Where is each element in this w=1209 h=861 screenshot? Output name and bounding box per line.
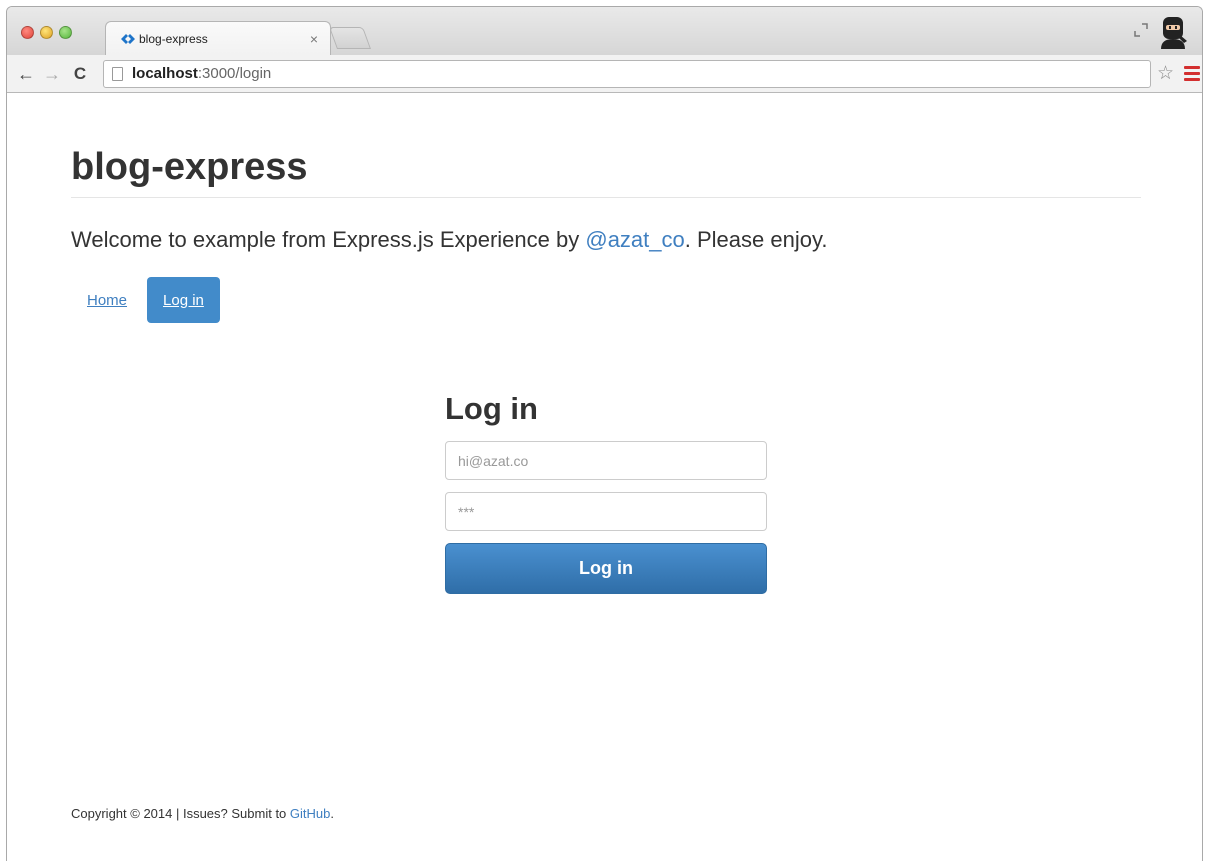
login-submit-button[interactable]: Log in [445, 543, 767, 594]
close-window-button[interactable] [21, 26, 34, 39]
page-icon [112, 66, 123, 81]
browser-tab[interactable]: blog-express × [105, 21, 331, 55]
login-form: Log in Log in [445, 391, 767, 594]
fullscreen-icon[interactable] [1134, 23, 1148, 40]
welcome-prefix: Welcome to example from Express.js Exper… [71, 227, 586, 252]
github-link[interactable]: GitHub [290, 806, 330, 821]
email-input[interactable] [445, 441, 767, 480]
zoom-window-button[interactable] [59, 26, 72, 39]
reload-icon[interactable]: C [69, 63, 91, 85]
tab-strip: blog-express × [7, 7, 1202, 55]
bookmark-star-icon[interactable]: ☆ [1157, 62, 1174, 85]
forward-arrow-icon[interactable]: → [41, 63, 63, 85]
tab-title: blog-express [139, 31, 208, 46]
nav-home-link[interactable]: Home [71, 277, 143, 323]
url-host: localhost [132, 65, 198, 82]
page-content: blog-express Welcome to example from Exp… [7, 94, 1202, 861]
title-divider [71, 197, 1141, 198]
url-path: :3000/login [197, 65, 272, 82]
browser-window: blog-express × ← → C localhost:3000/log… [6, 6, 1203, 861]
author-link[interactable]: @azat_co [585, 227, 684, 252]
address-bar[interactable]: localhost :3000/login [103, 59, 1151, 88]
chrome-menu-icon[interactable] [1184, 66, 1201, 81]
nav-pills: Home Log in [71, 277, 220, 323]
footer-prefix: Copyright © 2014 | Issues? Submit to [71, 806, 290, 821]
welcome-suffix: . Please enjoy. [684, 227, 828, 252]
back-arrow-icon[interactable]: ← [15, 63, 37, 85]
window-controls [21, 26, 72, 39]
site-title: blog-express [71, 146, 308, 188]
login-heading: Log in [445, 391, 538, 426]
welcome-text: Welcome to example from Express.js Exper… [71, 227, 827, 253]
new-tab-button[interactable] [328, 27, 372, 49]
minimize-window-button[interactable] [40, 26, 53, 39]
nav-login-link[interactable]: Log in [147, 277, 220, 323]
tab-favicon-icon [120, 33, 136, 45]
profile-avatar-icon[interactable] [1158, 15, 1188, 49]
footer-text: Copyright © 2014 | Issues? Submit to Git… [71, 806, 334, 821]
footer-suffix: . [330, 806, 334, 821]
browser-toolbar: ← → C localhost :3000/login ☆ [7, 55, 1202, 93]
password-input[interactable] [445, 492, 767, 531]
tab-close-icon[interactable]: × [310, 31, 318, 47]
